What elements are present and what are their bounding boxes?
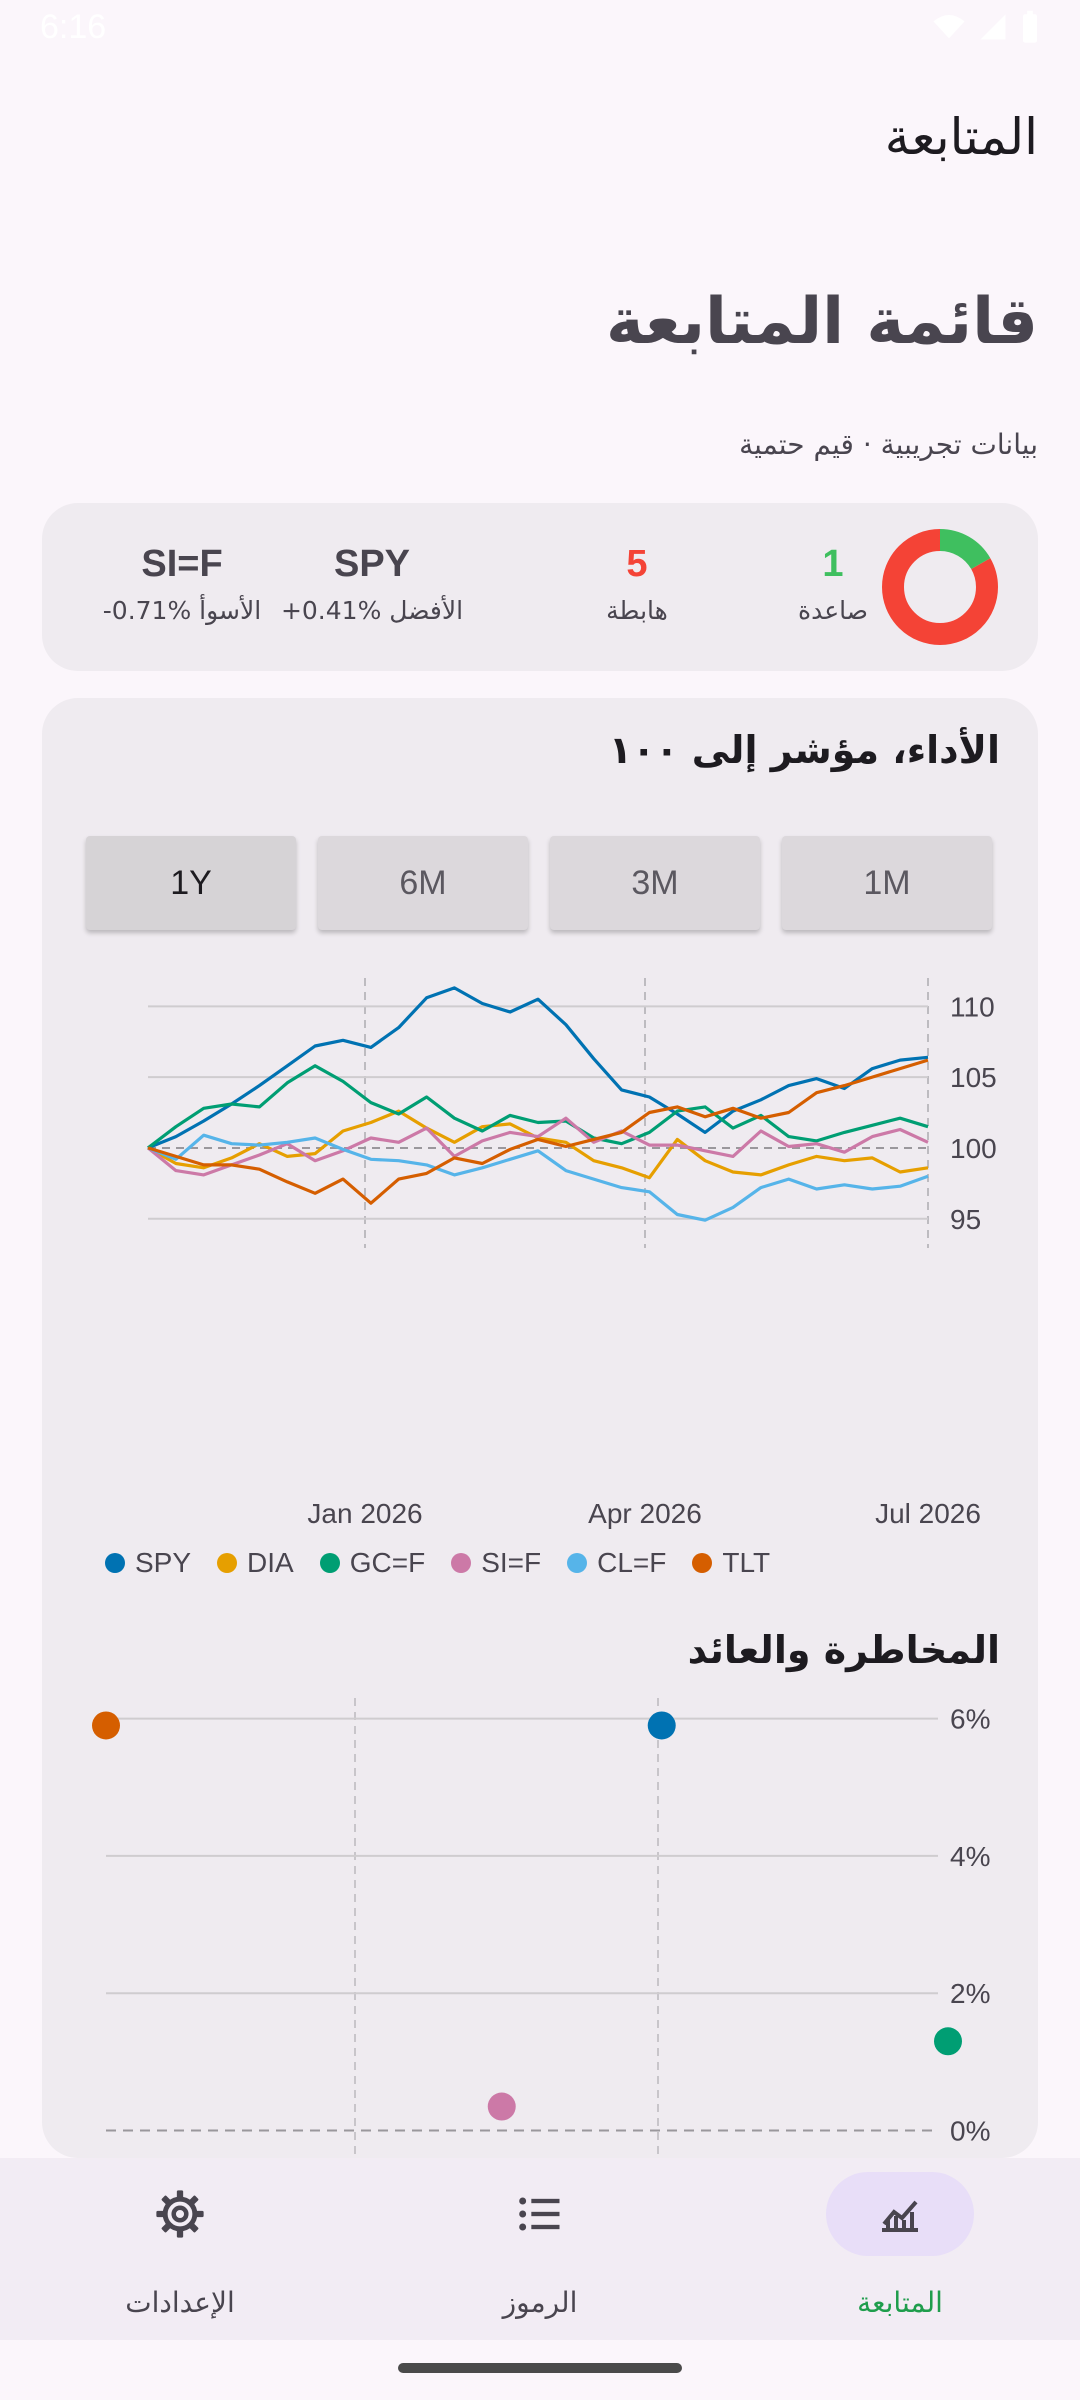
nav-icon-container bbox=[826, 2172, 974, 2256]
legend-dot bbox=[692, 1553, 713, 1573]
up-count: 1 bbox=[822, 543, 844, 585]
nav-label: الرموز bbox=[502, 2286, 578, 2319]
nav-icon-container bbox=[466, 2172, 614, 2256]
page-subtitle: بيانات تجريبية · قيم حتمية bbox=[739, 428, 1038, 461]
scatter-point-gcf[interactable] bbox=[934, 2027, 962, 2056]
legend-dot bbox=[451, 1553, 472, 1573]
down-stat: 5 هابطة bbox=[582, 543, 692, 625]
up-label: صاعدة bbox=[798, 596, 868, 625]
y-tick-label: 6% bbox=[950, 1704, 990, 1735]
scatter-point-spy[interactable] bbox=[647, 1711, 676, 1740]
legend-dot bbox=[105, 1553, 125, 1573]
y-tick-label: 95 bbox=[950, 1204, 981, 1235]
app-bar-title: المتابعة bbox=[884, 108, 1038, 166]
legend-label: GC=F bbox=[349, 1547, 426, 1578]
chart-icon bbox=[882, 2200, 918, 2232]
battery-icon bbox=[1022, 10, 1038, 43]
home-indicator bbox=[398, 2363, 682, 2373]
nav-item-watchlist[interactable]: المتابعة bbox=[750, 2158, 1050, 2340]
worst-symbol: SI=F bbox=[141, 543, 223, 585]
range-button-1y[interactable]: 1Y bbox=[86, 836, 296, 930]
y-tick-label: 0% bbox=[950, 2116, 990, 2147]
down-label: هابطة bbox=[606, 596, 668, 625]
y-tick-label: 100 bbox=[950, 1133, 997, 1164]
nav-item-symbols[interactable]: الرموز bbox=[390, 2158, 690, 2340]
legend-label: TLT bbox=[722, 1547, 771, 1578]
signal-icon bbox=[980, 14, 1006, 40]
x-tick-label: Jul 2026 bbox=[875, 1498, 981, 1529]
down-count: 5 bbox=[626, 543, 648, 585]
x-tick-label: Jan 2026 bbox=[307, 1498, 423, 1529]
summary-card: 1 صاعدة 5 هابطة SPY الأفضل ‎+0.41% SI=F … bbox=[42, 503, 1038, 671]
legend-label: CL=F bbox=[597, 1547, 667, 1578]
nav-icon-container bbox=[106, 2172, 254, 2256]
x-tick-label: Apr 2026 bbox=[588, 1498, 702, 1529]
y-tick-label: 105 bbox=[950, 1062, 997, 1093]
legend-label: SPY bbox=[135, 1547, 192, 1578]
worst-stat: SI=F الأسوأ ‎-0.71% bbox=[92, 543, 272, 625]
wifi-icon bbox=[933, 14, 965, 39]
performance-title: الأداء، مؤشر إلى ١٠٠ bbox=[608, 728, 1000, 772]
up-down-donut-chart bbox=[882, 529, 998, 645]
worst-text: الأسوأ ‎-0.71% bbox=[102, 596, 262, 625]
status-time: 6:16 bbox=[40, 8, 107, 46]
legend-label: SI=F bbox=[481, 1547, 542, 1578]
risk-return-title: المخاطرة والعائد bbox=[687, 1628, 1000, 1672]
y-tick-label: 2% bbox=[950, 1978, 990, 2009]
nav-label: المتابعة bbox=[857, 2286, 943, 2319]
up-stat: 1 صاعدة bbox=[778, 543, 888, 625]
legend-item-dia: DIA bbox=[217, 1547, 294, 1579]
best-stat: SPY الأفضل ‎+0.41% bbox=[272, 543, 472, 625]
status-icons bbox=[932, 10, 1040, 44]
risk-return-scatter-chart: 0% 2% 4% 6% bbox=[92, 1698, 990, 2158]
range-button-3m[interactable]: 3M bbox=[550, 836, 760, 930]
performance-line-chart: 95 100 105 110 bbox=[146, 978, 997, 1248]
best-text: الأفضل ‎+0.41% bbox=[280, 596, 464, 625]
nav-item-settings[interactable]: الإعدادات bbox=[30, 2158, 330, 2340]
legend-item-gc: GC=F bbox=[319, 1547, 426, 1579]
gear-icon bbox=[156, 2190, 204, 2238]
legend-item-spy: SPY bbox=[105, 1547, 191, 1579]
y-tick-label: 4% bbox=[950, 1841, 990, 1872]
legend-dot bbox=[567, 1553, 588, 1573]
status-bar: 6:16 bbox=[0, 0, 1080, 62]
scatter-point-tlt[interactable] bbox=[92, 1711, 120, 1740]
legend-item-tlt: TLT bbox=[692, 1547, 770, 1579]
performance-card: الأداء، مؤشر إلى ١٠٠ 1M 3M 6M 1Y 95 100 10… bbox=[42, 698, 1038, 2158]
page-title: قائمة المتابعة bbox=[606, 285, 1038, 359]
x-tick-labels: Jan 2026 Apr 2026 Jul 2026 bbox=[0, 1498, 1080, 1538]
legend-label: DIA bbox=[247, 1547, 294, 1578]
scatter-point-sif[interactable] bbox=[487, 2092, 516, 2121]
legend-dot bbox=[319, 1553, 340, 1573]
legend-item-si: SI=F bbox=[451, 1547, 541, 1579]
nav-label: الإعدادات bbox=[125, 2286, 235, 2319]
chart-legend: SPY DIA GC=F SI=F CL=F TLT bbox=[105, 1547, 770, 1579]
range-button-6m[interactable]: 6M bbox=[318, 836, 528, 930]
legend-dot bbox=[217, 1553, 238, 1573]
legend-item-cl: CL=F bbox=[567, 1547, 666, 1579]
list-icon bbox=[519, 2197, 560, 2231]
range-button-1m[interactable]: 1M bbox=[782, 836, 992, 930]
best-symbol: SPY bbox=[333, 543, 411, 585]
bottom-navigation: المتابعة الرموز الإعدادات bbox=[0, 2158, 1080, 2340]
y-tick-label: 110 bbox=[950, 991, 995, 1022]
